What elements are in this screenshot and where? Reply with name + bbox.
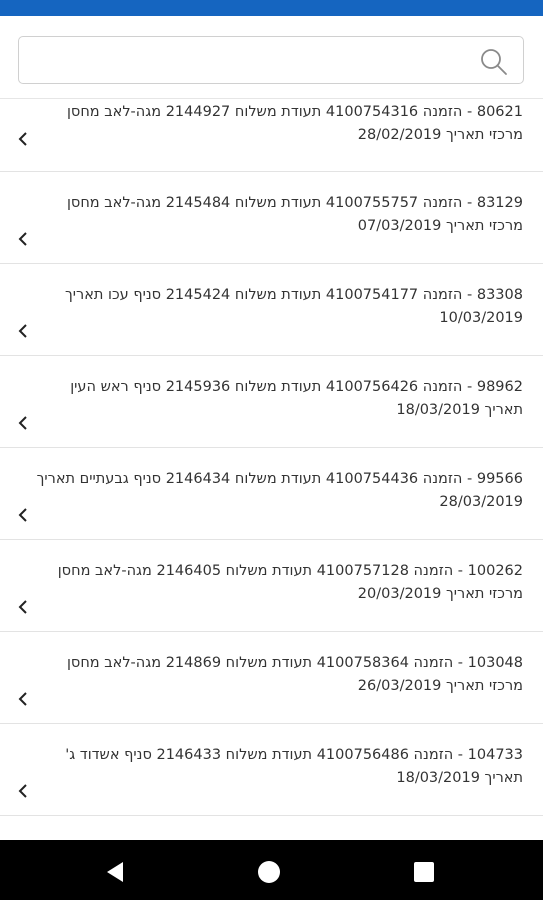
- chevron-left-icon: [18, 784, 27, 798]
- navigation-bar: [0, 840, 543, 900]
- back-triangle-icon[interactable]: [103, 860, 127, 884]
- list-item[interactable]: 103048 - הזמנה 4100758364 תעודת משלוח 21…: [0, 632, 543, 724]
- search-input[interactable]: [27, 43, 467, 79]
- chevron-left-icon: [18, 508, 27, 522]
- chevron-left-icon: [18, 132, 27, 146]
- order-list: 80621 - הזמנה 4100754316 תעודת משלוח 214…: [0, 98, 543, 840]
- chevron-left-icon: [18, 232, 27, 246]
- recent-square-icon[interactable]: [412, 860, 436, 884]
- list-item-text: 83129 - הזמנה 4100755757 תעודת משלוח 214…: [66, 195, 523, 234]
- list-item[interactable]: 104733 - הזמנה 4100756486 תעודת משלוח 21…: [0, 724, 543, 816]
- search-area: [0, 16, 543, 98]
- chevron-left-icon: [18, 324, 27, 338]
- list-item-text: 104733 - הזמנה 4100756486 תעודת משלוח 21…: [65, 747, 523, 786]
- list-item[interactable]: 83308 - הזמנה 4100754177 תעודת משלוח 214…: [0, 264, 543, 356]
- search-box[interactable]: [18, 36, 524, 84]
- status-bar: [0, 0, 543, 16]
- list-item[interactable]: 98962 - הזמנה 4100756426 תעודת משלוח 214…: [0, 356, 543, 448]
- list-item-text: 98962 - הזמנה 4100756426 תעודת משלוח 214…: [70, 379, 523, 418]
- chevron-left-icon: [18, 600, 27, 614]
- list-item[interactable]: 100262 - הזמנה 4100757128 תעודת משלוח 21…: [0, 540, 543, 632]
- chevron-left-icon: [18, 416, 27, 430]
- list-item-text: 99566 - הזמנה 4100754436 תעודת משלוח 214…: [36, 471, 523, 510]
- home-circle-icon[interactable]: [257, 860, 281, 884]
- list-item-text: 80621 - הזמנה 4100754316 תעודת משלוח 214…: [66, 104, 523, 143]
- list-item[interactable]: 99566 - הזמנה 4100754436 תעודת משלוח 214…: [0, 448, 543, 540]
- list-item[interactable]: 83129 - הזמנה 4100755757 תעודת משלוח 214…: [0, 172, 543, 264]
- list-item-text: 103048 - הזמנה 4100758364 תעודת משלוח 21…: [66, 655, 523, 694]
- list-item-text: 100262 - הזמנה 4100757128 תעודת משלוח 21…: [57, 563, 523, 602]
- list-item-text: 83308 - הזמנה 4100754177 תעודת משלוח 214…: [65, 287, 523, 326]
- list-item[interactable]: 80621 - הזמנה 4100754316 תעודת משלוח 214…: [0, 99, 543, 172]
- search-icon[interactable]: [479, 47, 509, 77]
- chevron-left-icon: [18, 692, 27, 706]
